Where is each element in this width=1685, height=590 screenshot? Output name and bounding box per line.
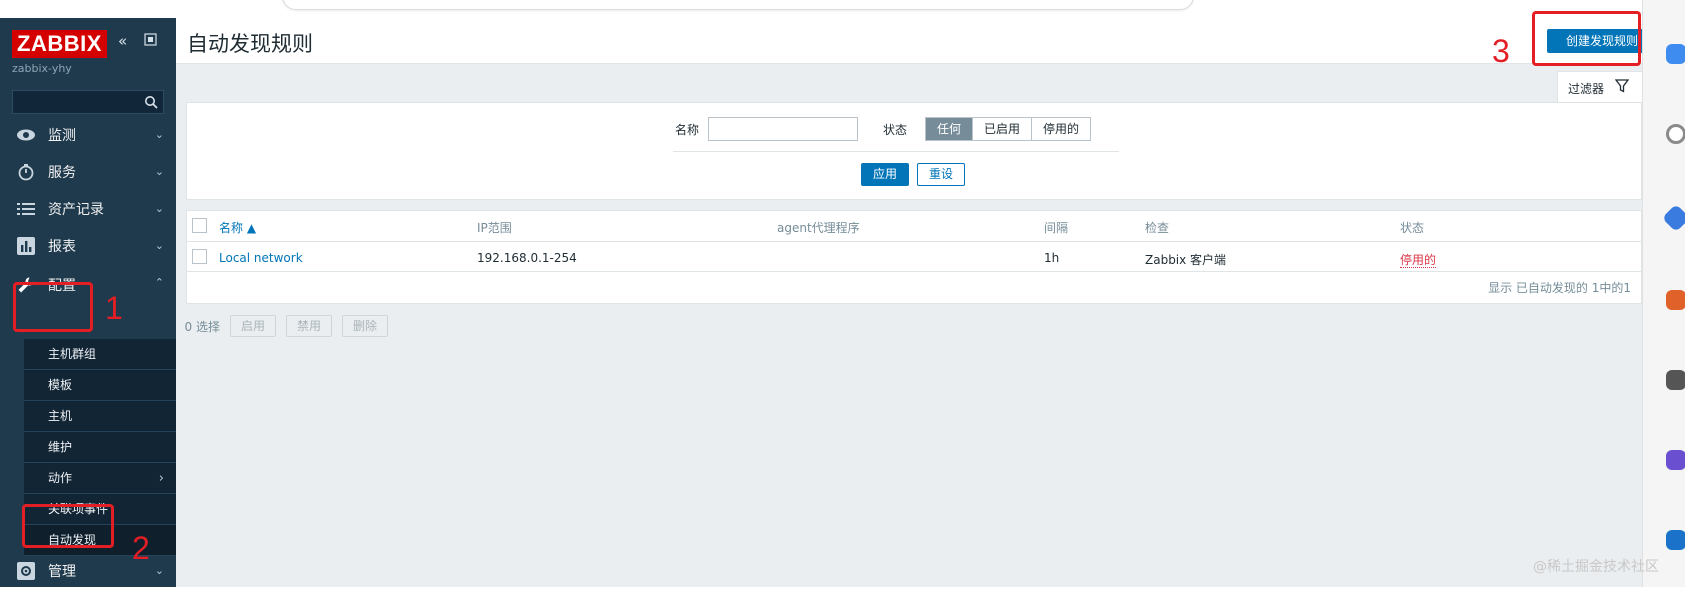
column-header-checks: 检查 xyxy=(1145,221,1170,235)
filter-tab-label: 过滤器 xyxy=(1568,82,1605,96)
discovery-rules-table: 名称 ▲ IP范围 agent代理程序 间隔 检查 状态 Local netwo… xyxy=(186,210,1643,304)
browser-side-panel xyxy=(1642,0,1685,587)
select-all-checkbox[interactable] xyxy=(192,218,207,233)
list-icon xyxy=(14,202,38,216)
chevron-down-icon: ⌄ xyxy=(154,239,164,252)
toolbox-icon[interactable] xyxy=(1666,290,1685,310)
rule-ip-range: 192.168.0.1-254 xyxy=(477,251,577,265)
filter-divider xyxy=(673,151,1119,152)
menu-item-services[interactable]: 服务 ⌄ xyxy=(0,153,176,191)
submenu-label: 动作 xyxy=(48,471,73,485)
name-label: 名称 xyxy=(675,123,700,137)
column-header-ip-range: IP范围 xyxy=(477,221,512,235)
status-segmented-control: 任何 已启用 停用的 xyxy=(925,117,1092,141)
column-header-status: 状态 xyxy=(1400,221,1425,235)
sidebar-search-input[interactable] xyxy=(12,90,164,114)
menu-label: 监测 xyxy=(48,128,76,144)
browser-top-strip xyxy=(0,0,1685,18)
chevron-up-icon: ⌃ xyxy=(154,276,164,289)
table-header-divider xyxy=(187,241,1643,242)
main-content: 自动发现规则 创建发现规则 过滤器 名称 状态 任何 已启用 停用的 应用 重设… xyxy=(176,18,1657,587)
search-icon[interactable] xyxy=(144,95,158,109)
submenu-item-maintenance[interactable]: 维护 xyxy=(24,432,176,463)
menu-item-inventory[interactable]: 资产记录 ⌄ xyxy=(0,190,176,228)
table-footer-count: 显示 已自动发现的 1中的1 xyxy=(1488,281,1631,295)
status-option-any[interactable]: 任何 xyxy=(926,118,973,140)
app-icon[interactable] xyxy=(1666,450,1685,470)
annotation-number-1: 1 xyxy=(105,290,123,326)
timer-icon xyxy=(14,163,38,181)
annotation-box-2 xyxy=(22,504,114,548)
diamond-icon[interactable] xyxy=(1661,203,1685,233)
status-option-enabled[interactable]: 已启用 xyxy=(972,118,1032,140)
delete-button[interactable]: 删除 xyxy=(342,315,389,337)
chevron-down-icon: ⌄ xyxy=(154,165,164,178)
server-name: zabbix-yhy xyxy=(12,62,72,75)
filter-icon xyxy=(1615,79,1629,93)
filter-panel: 名称 状态 任何 已启用 停用的 应用 重设 xyxy=(186,102,1642,200)
column-header-proxy: agent代理程序 xyxy=(777,221,860,235)
annotation-number-3: 3 xyxy=(1492,33,1510,69)
rule-status-toggle[interactable]: 停用的 xyxy=(1400,251,1437,268)
submenu-item-templates[interactable]: 模板 xyxy=(24,370,176,401)
reset-button[interactable]: 重设 xyxy=(917,163,965,186)
submenu-item-actions[interactable]: 动作 › xyxy=(24,463,176,494)
double-chevron-left-icon[interactable]: « xyxy=(118,32,127,50)
submenu-item-hosts[interactable]: 主机 xyxy=(24,401,176,432)
rule-checks: Zabbix 客户端 xyxy=(1145,253,1227,267)
chevron-down-icon: ⌄ xyxy=(154,202,164,215)
search-icon[interactable] xyxy=(1666,124,1685,144)
submenu-item-host-groups[interactable]: 主机群组 xyxy=(24,339,176,370)
bell-icon[interactable] xyxy=(1666,44,1685,64)
zabbix-logo[interactable]: ZABBIX xyxy=(12,30,107,58)
rule-name-link[interactable]: Local network xyxy=(219,251,303,265)
eye-icon xyxy=(14,128,38,142)
bar-chart-icon xyxy=(14,237,38,255)
page-header: 自动发现规则 创建发现规则 xyxy=(176,18,1657,64)
chevron-down-icon: ⌄ xyxy=(154,128,164,141)
filter-tab[interactable]: 过滤器 xyxy=(1557,71,1643,103)
menu-label: 管理 xyxy=(48,564,76,580)
page-title: 自动发现规则 xyxy=(187,32,313,56)
annotation-number-2: 2 xyxy=(132,530,150,566)
mass-action-bar: 0 选择 启用 禁用 删除 xyxy=(176,314,389,338)
rule-interval: 1h xyxy=(1044,251,1060,265)
column-header-name[interactable]: 名称 ▲ xyxy=(219,219,256,236)
expand-icon[interactable] xyxy=(144,32,157,50)
menu-label: 报表 xyxy=(48,239,76,255)
annotation-box-3 xyxy=(1532,11,1641,66)
menu-label: 服务 xyxy=(48,165,76,181)
menu-item-reports[interactable]: 报表 ⌄ xyxy=(0,227,176,265)
table-row-divider xyxy=(187,271,1643,272)
chevron-right-icon: › xyxy=(158,471,164,486)
watermark: @稀土掘金技术社区 xyxy=(1533,559,1659,575)
menu-label: 资产记录 xyxy=(48,202,104,218)
menu-item-monitoring[interactable]: 监测 ⌄ xyxy=(0,116,176,154)
person-icon[interactable] xyxy=(1666,370,1685,390)
name-filter-input[interactable] xyxy=(708,117,858,141)
status-label: 状态 xyxy=(883,123,908,137)
gear-icon xyxy=(14,562,38,580)
apply-button[interactable]: 应用 xyxy=(861,163,909,186)
selected-count: 0 选择 xyxy=(184,319,220,334)
chevron-down-icon: ⌄ xyxy=(154,564,164,577)
row-checkbox[interactable] xyxy=(192,249,207,264)
disable-button[interactable]: 禁用 xyxy=(286,315,333,337)
outlook-icon[interactable] xyxy=(1666,530,1685,550)
enable-button[interactable]: 启用 xyxy=(230,315,277,337)
browser-address-bar[interactable] xyxy=(282,0,1194,10)
column-header-interval: 间隔 xyxy=(1044,221,1069,235)
annotation-box-1 xyxy=(13,282,93,332)
status-option-disabled[interactable]: 停用的 xyxy=(1031,118,1091,140)
